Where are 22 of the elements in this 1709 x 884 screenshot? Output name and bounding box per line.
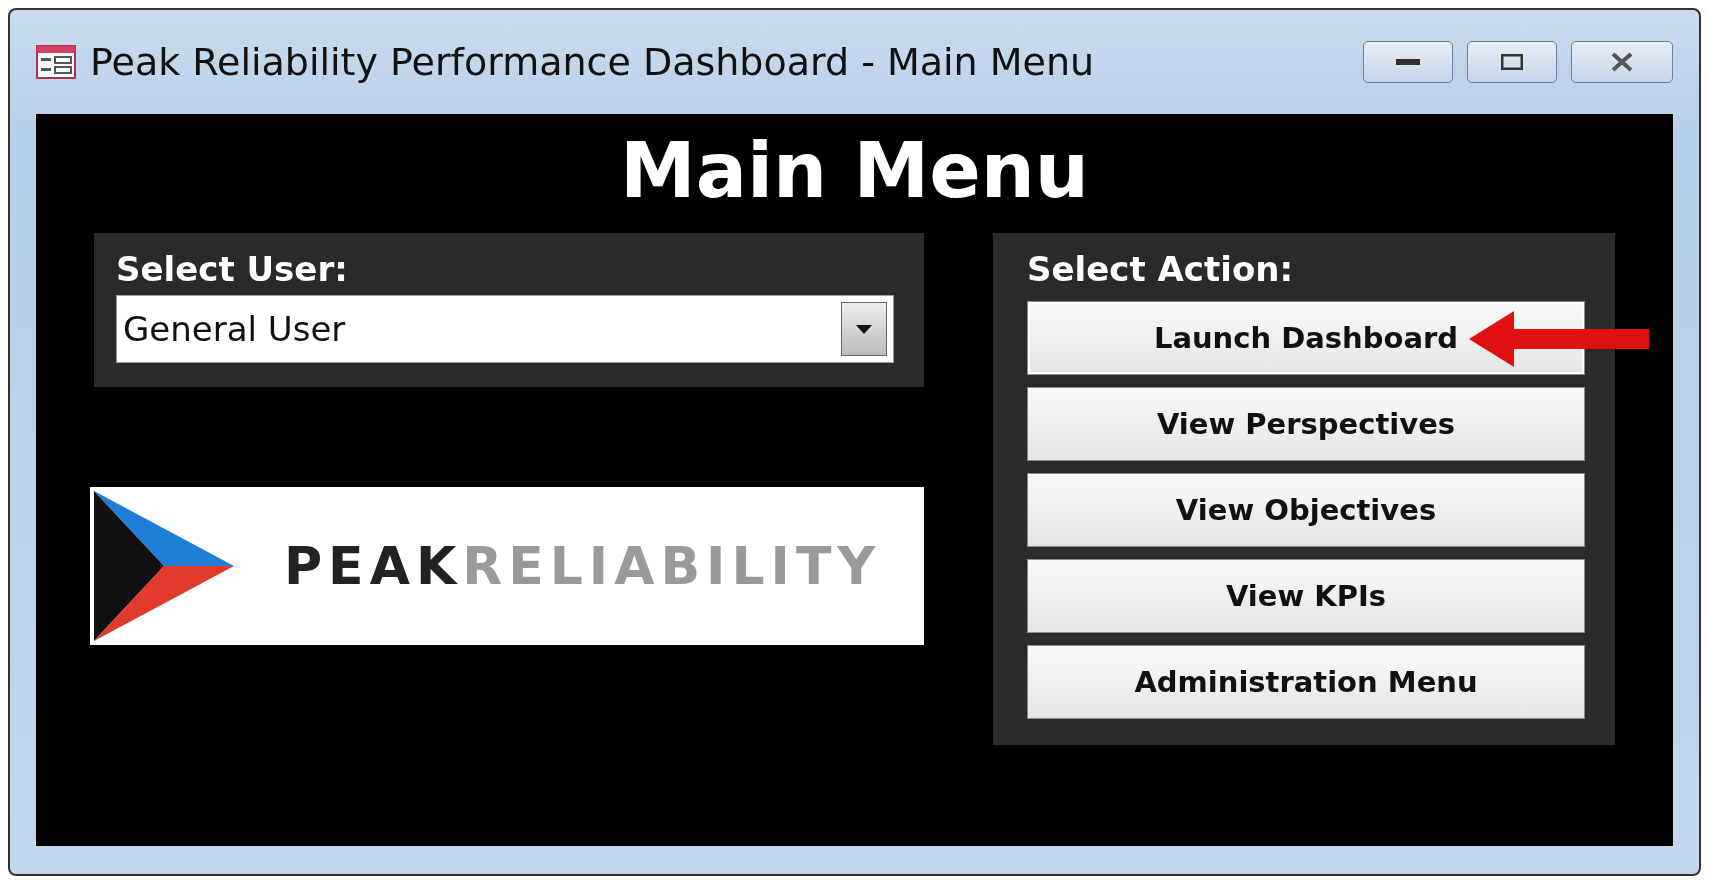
action-button[interactable]: Launch Dashboard (1027, 301, 1585, 375)
action-label: Select Action: (1027, 249, 1295, 289)
minimize-button[interactable] (1363, 41, 1453, 83)
close-button[interactable] (1571, 41, 1673, 83)
maximize-icon (1501, 54, 1523, 70)
maximize-button[interactable] (1467, 41, 1557, 83)
logo-text: PEAK (284, 536, 463, 596)
action-button[interactable]: View KPIs (1027, 559, 1585, 633)
triangle-logo-icon (94, 491, 234, 641)
action-button[interactable]: Administration Menu (1027, 645, 1585, 719)
action-button[interactable]: View Perspectives (1027, 387, 1585, 461)
logo-text: RELIABILITY (462, 536, 882, 596)
form-icon (36, 45, 76, 79)
user-dropdown[interactable]: General User (116, 295, 894, 363)
user-label: Select User: (116, 249, 349, 289)
window-title: Peak Reliability Performance Dashboard - Main Menu (90, 40, 1096, 84)
action-button[interactable]: View Objectives (1027, 473, 1585, 547)
minimize-icon (1396, 59, 1420, 65)
arrow-annotation-icon (1469, 309, 1649, 369)
menu-heading: Main Menu (620, 126, 1089, 215)
caret-icon (856, 324, 872, 334)
close-icon (1610, 52, 1634, 72)
